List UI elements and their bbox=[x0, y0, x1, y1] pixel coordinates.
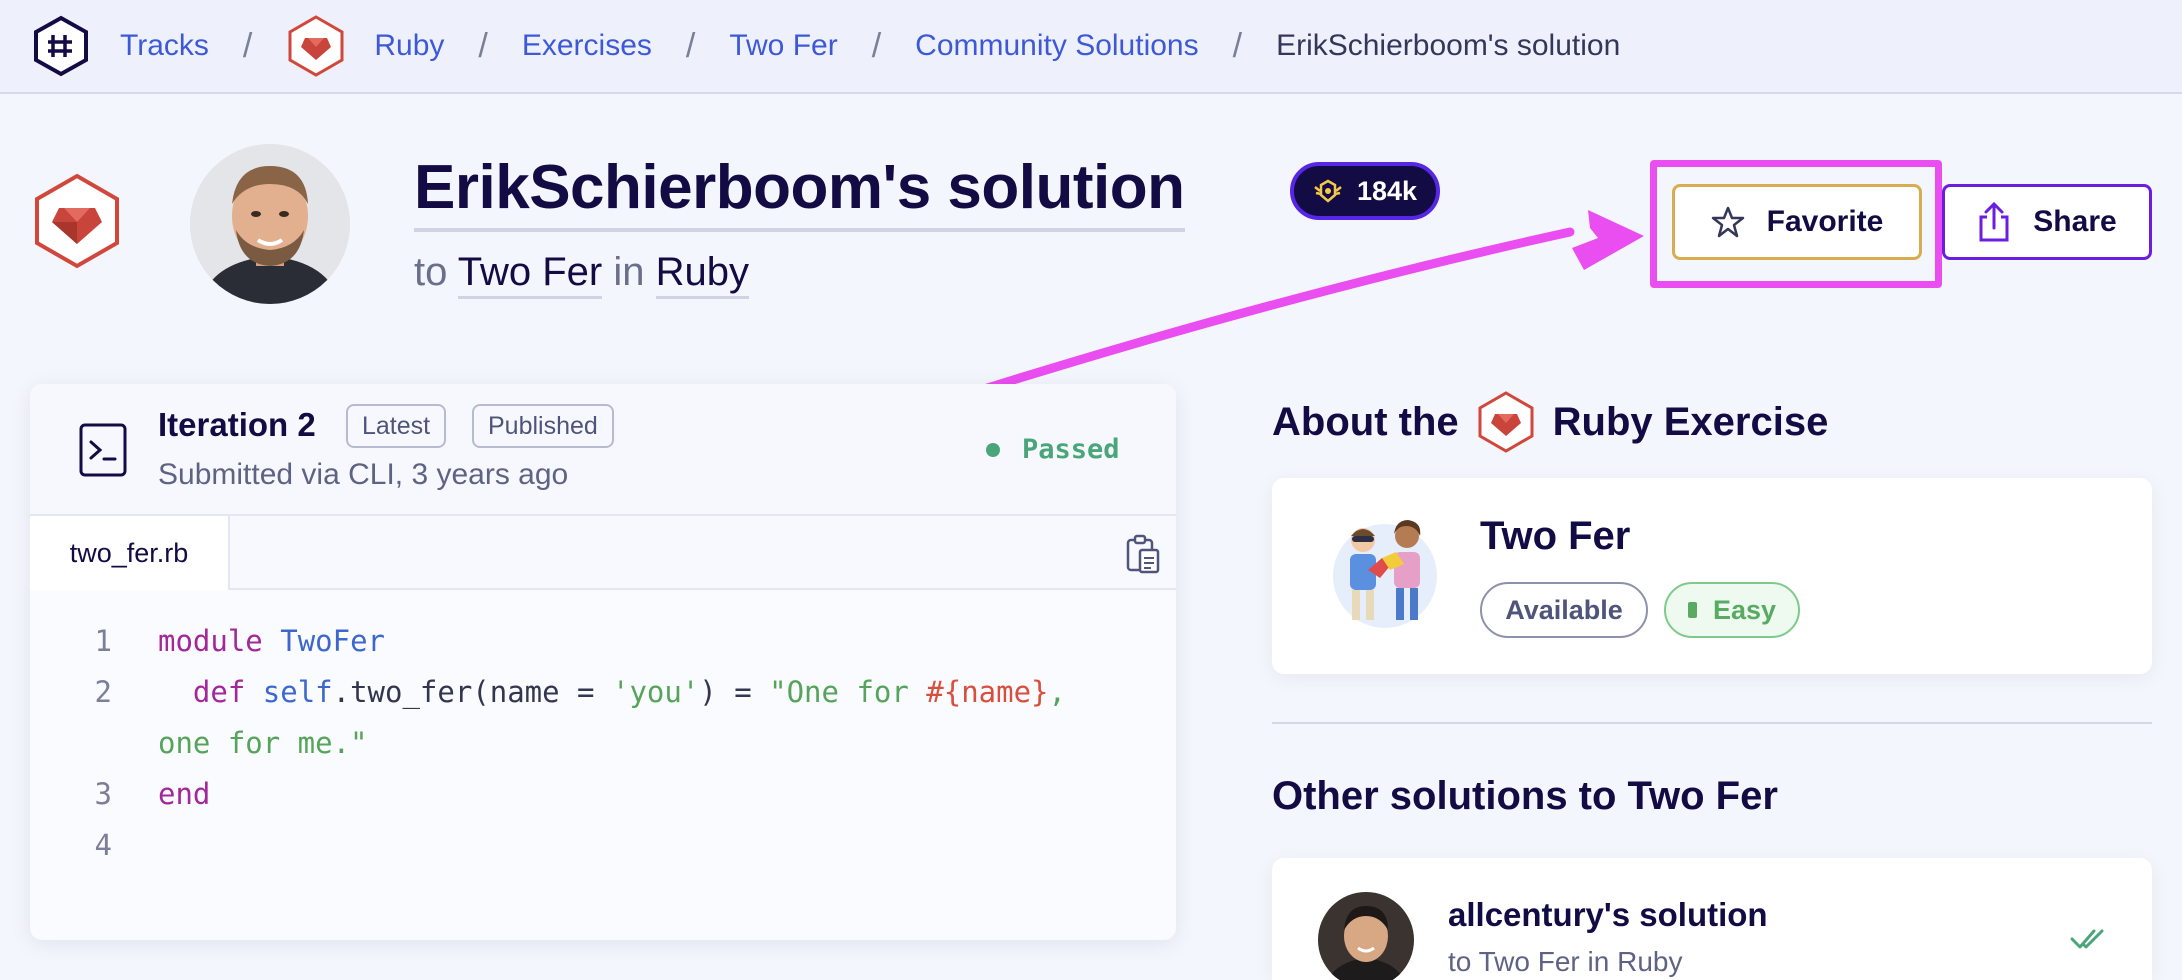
exercise-name[interactable]: Two Fer bbox=[1480, 514, 1630, 559]
line-number: 2 bbox=[94, 675, 112, 709]
exercise-illustration-icon bbox=[1333, 520, 1437, 628]
solution-title[interactable]: allcentury's solution bbox=[1448, 896, 1768, 934]
published-tag: Published bbox=[472, 404, 614, 448]
terminal-icon bbox=[79, 423, 127, 477]
available-badge: Available bbox=[1480, 582, 1648, 638]
status-dot-icon bbox=[986, 442, 1000, 457]
code-constant: TwoFer bbox=[280, 624, 385, 658]
section-divider bbox=[1272, 722, 2152, 724]
status-label: Passed bbox=[1022, 434, 1120, 465]
code-keyword: end bbox=[158, 777, 211, 811]
latest-tag: Latest bbox=[346, 404, 447, 448]
tests-status: Passed bbox=[986, 434, 1120, 465]
code-string: one for me." bbox=[158, 726, 368, 760]
difficulty-badge: Easy bbox=[1664, 582, 1800, 638]
code-self: self bbox=[262, 675, 333, 709]
code-string: 'you' bbox=[611, 675, 700, 709]
code-keyword: module bbox=[158, 624, 263, 658]
code-text: .two_fer(name = bbox=[332, 675, 612, 709]
code-line-wrap: one for me." bbox=[30, 718, 1176, 769]
solution-author-avatar bbox=[1318, 892, 1414, 980]
other-solutions-heading: Other solutions to Two Fer bbox=[1272, 774, 1778, 818]
line-number: 4 bbox=[94, 828, 112, 862]
solution-subtitle: to Two Fer in Ruby bbox=[1448, 946, 1683, 977]
iteration-header: Iteration 2 Latest Published Submitted v… bbox=[30, 384, 1176, 516]
code-line: 4 bbox=[30, 820, 1176, 871]
iteration-submitted: Submitted via CLI, 3 years ago bbox=[158, 458, 569, 491]
about-heading: About the Ruby Exercise bbox=[1272, 390, 1828, 454]
about-heading-pre: About the bbox=[1272, 399, 1459, 444]
copy-icon[interactable] bbox=[1124, 534, 1160, 574]
code-string: , bbox=[1048, 675, 1066, 709]
code-block: 1 module TwoFer 2 def self.two_fer(name … bbox=[30, 590, 1176, 871]
about-heading-post: Ruby Exercise bbox=[1552, 399, 1829, 444]
code-line: 3 end bbox=[30, 769, 1176, 820]
difficulty-square-icon bbox=[1688, 602, 1697, 618]
ruby-track-icon bbox=[1478, 391, 1534, 453]
exercise-card[interactable]: Two Fer Available Easy bbox=[1272, 478, 2152, 674]
line-number: 3 bbox=[94, 777, 112, 811]
code-line: 2 def self.two_fer(name = 'you') = "One … bbox=[30, 667, 1176, 718]
solution-card[interactable]: allcentury's solution to Two Fer in Ruby bbox=[1272, 858, 2152, 980]
difficulty-label: Easy bbox=[1712, 594, 1776, 625]
iteration-card: Iteration 2 Latest Published Submitted v… bbox=[30, 384, 1176, 940]
file-tabs: two_fer.rb bbox=[30, 516, 1176, 590]
code-interpolation: #{name} bbox=[926, 675, 1049, 709]
iteration-title: Iteration 2 bbox=[158, 406, 316, 443]
file-tab[interactable]: two_fer.rb bbox=[30, 516, 230, 590]
code-string: "One for bbox=[769, 675, 927, 709]
code-keyword: def bbox=[192, 675, 246, 709]
line-number: 1 bbox=[94, 624, 112, 658]
code-line: 1 module TwoFer bbox=[30, 616, 1176, 667]
code-text: ) = bbox=[699, 675, 770, 709]
double-check-icon bbox=[2070, 929, 2104, 949]
